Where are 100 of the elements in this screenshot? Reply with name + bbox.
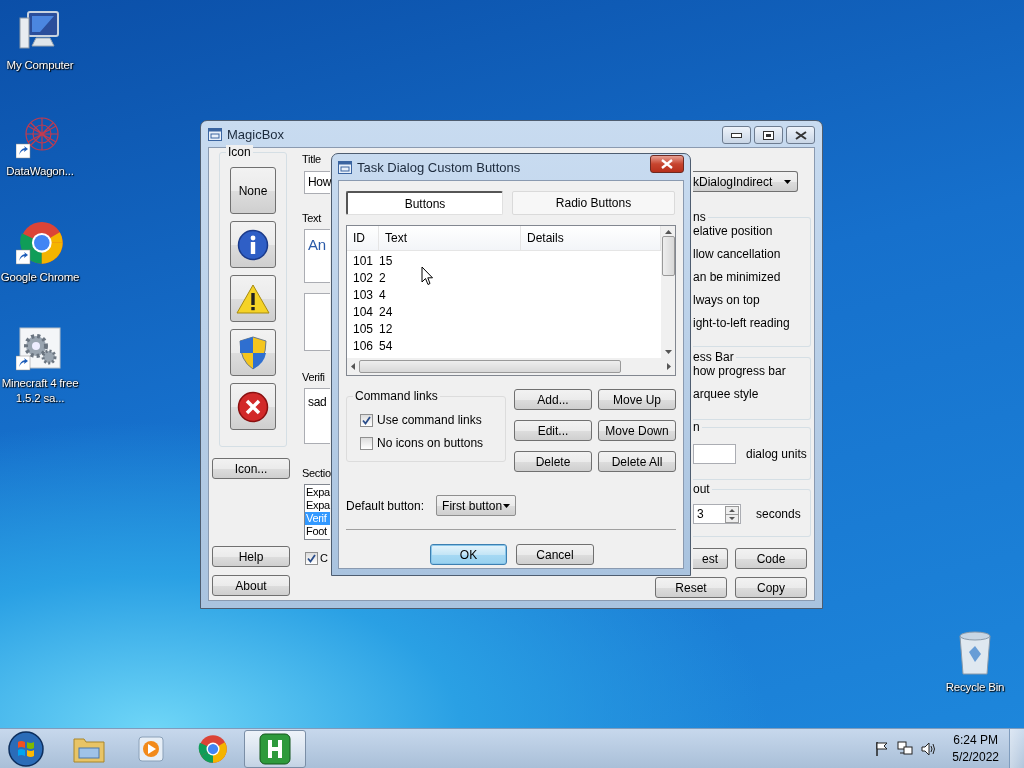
table-cell: 15 [379,253,393,270]
code-button[interactable]: Code [735,548,807,569]
action-button[interactable]: Add... [514,389,592,410]
clock-date[interactable]: 5/2/2022 [952,748,999,766]
about-button[interactable]: About [212,575,290,596]
reset-button[interactable]: Reset [655,577,727,598]
unit-label: seconds [756,507,801,521]
down-arrow-icon [664,350,672,354]
icon-button[interactable]: Icon... [212,458,290,479]
cancel-button[interactable]: Cancel [516,544,594,565]
list-item[interactable]: Expa [305,486,330,499]
action-button[interactable]: Move Down [598,420,676,441]
caret-icon [784,179,791,184]
list-item[interactable]: Foot [305,525,330,538]
field-label: Title [302,152,322,166]
table-cell: 2 [379,270,386,287]
minimize-button[interactable] [722,126,751,144]
recycle-bin-icon[interactable] [957,630,993,676]
close-button[interactable] [650,155,684,173]
table-cell: 54 [379,338,393,355]
timeout-spinner[interactable]: 3 [693,504,741,524]
checkbox-label: No icons on buttons [377,436,484,450]
desktop-icon-label[interactable]: Recycle Bin [935,680,1015,695]
list-item[interactable]: Expa [305,499,330,512]
tab[interactable]: Radio Buttons [512,191,675,215]
table-cell-text: 103 [352,287,375,304]
warning-icon [236,283,270,314]
none-icon-button[interactable]: None [230,167,276,214]
field-label: Text [302,211,323,225]
desktop-icon-label[interactable]: DataWagon... [0,164,80,179]
option-label: how progress bar [693,363,787,380]
checkbox-label: C [320,551,328,565]
action-button[interactable]: Edit... [514,420,592,441]
window-title: MagicBox [227,126,285,142]
width-field[interactable] [693,444,736,464]
desktop-icon-label[interactable]: Minecraft 4 free 1.5.2 sa... [0,376,80,406]
input-field[interactable] [304,293,330,351]
desktop-icon-label[interactable]: My Computer [0,58,80,73]
tab[interactable]: Buttons [346,191,503,215]
chrome-icon[interactable] [16,220,64,266]
table-cell: 4 [379,287,386,304]
close-button[interactable] [786,126,815,144]
action-button[interactable]: Delete [514,451,592,472]
desktop-icon-label[interactable]: Google Chrome [0,270,80,285]
gears-icon[interactable] [16,326,64,372]
column-header[interactable]: ID [347,226,379,250]
action-button[interactable]: Move Up [598,389,676,410]
function-dropdown[interactable]: kDialogIndirect [693,171,798,192]
error-icon [237,390,269,423]
icon-choice-button[interactable] [230,383,276,430]
chrome-icon [198,733,228,764]
table-cell-text: 105 [352,321,375,338]
media-player-icon [136,733,166,764]
horizontal-scrollbar[interactable] [347,358,675,375]
taskbar-button[interactable] [244,729,306,768]
checkbox[interactable] [360,413,373,427]
table-cell: 24 [379,304,393,321]
icon-choice-button[interactable] [230,275,276,322]
caret-icon [503,503,511,508]
up-arrow-icon [664,230,672,234]
group-label: ess Bar [693,350,736,364]
field-label: Default button: [346,498,425,513]
title-field[interactable]: How [304,171,330,194]
vertical-scrollbar[interactable] [661,226,675,358]
icon-choice-button[interactable] [230,221,276,268]
group-label: Command links [353,389,440,403]
checkbox[interactable] [305,551,318,565]
right-arrow-icon [667,363,671,370]
test-button[interactable]: est [693,548,728,569]
group-label: out [693,482,712,496]
clock-time[interactable]: 6:24 PM [953,731,998,749]
shield-icon [239,335,267,370]
info-icon [237,228,269,261]
table-cell: 12 [379,321,393,338]
start-button[interactable] [6,728,46,768]
option-label: an be minimized [693,269,782,286]
maximize-icon [763,130,774,140]
copy-button[interactable]: Copy [735,577,807,598]
maximize-button[interactable] [754,126,783,144]
close-icon [661,159,673,169]
h-app-icon [259,732,291,765]
option-label: ight-to-left reading [693,315,791,332]
left-arrow-icon [351,363,355,370]
default-button-dropdown[interactable]: First button [436,495,517,516]
help-button[interactable]: Help [212,546,290,567]
text-field[interactable]: An [304,229,330,283]
group-label: Icon [226,145,253,159]
network-icon[interactable] [896,740,915,757]
option-label: arquee style [693,386,760,403]
table-cell-text: 104 [352,304,375,321]
option-label: elative position [693,223,774,240]
action-button[interactable]: Delete All [598,451,676,472]
checkbox[interactable] [360,436,373,450]
table-cell-text: 101 [352,253,375,270]
column-header[interactable]: Text [379,226,521,250]
ok-button[interactable]: OK [430,544,507,565]
checkbox-label: Use command links [377,413,482,427]
spin-arrows-icon [725,505,739,523]
verification-field[interactable]: sad [304,388,330,444]
icon-choice-button[interactable] [230,329,276,376]
